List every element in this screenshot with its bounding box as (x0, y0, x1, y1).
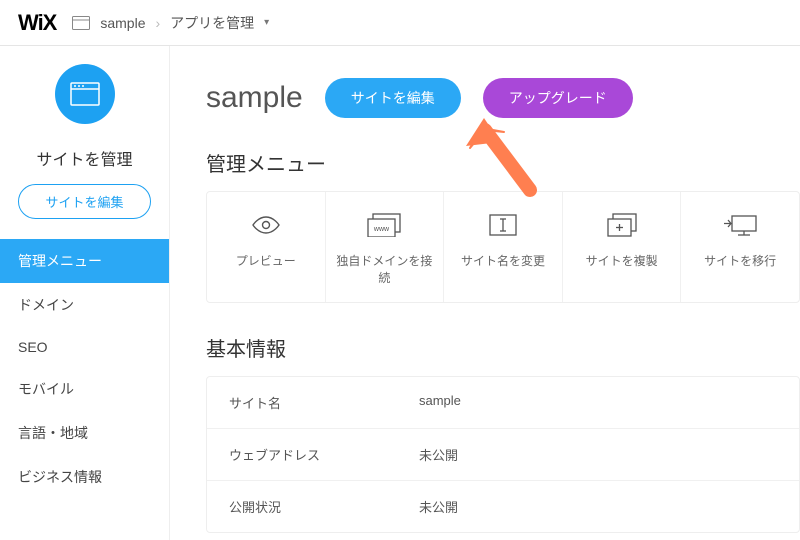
menu-section-title: 管理メニュー (206, 148, 800, 177)
sidebar-edit-button[interactable]: サイトを編集 (18, 184, 151, 219)
breadcrumb-section[interactable]: アプリを管理 (170, 13, 254, 33)
chevron-down-icon[interactable]: ▾ (264, 17, 269, 28)
action-cards: プレビュー www 独自ドメインを接続 サイト名を変更 サイトを複製 (206, 191, 800, 303)
migrate-icon (689, 210, 791, 240)
upgrade-button[interactable]: アップグレード (483, 78, 633, 118)
sidebar-item-business[interactable]: ビジネス情報 (0, 455, 169, 499)
topbar: WiX sample › アプリを管理 ▾ (0, 0, 800, 46)
card-label: 独自ドメインを接続 (334, 252, 436, 286)
sidebar-item-mobile[interactable]: モバイル (0, 367, 169, 411)
sidebar-item-domain[interactable]: ドメイン (0, 283, 169, 327)
breadcrumb[interactable]: sample › アプリを管理 ▾ (72, 13, 269, 33)
card-label: サイトを複製 (571, 252, 673, 269)
info-value: 未公開 (419, 445, 458, 464)
basic-info-section: 基本情報 サイト名 sample ウェブアドレス 未公開 公開状況 未公開 (206, 333, 800, 533)
sidebar: サイトを管理 サイトを編集 管理メニュー ドメイン SEO モバイル 言語・地域… (0, 46, 170, 540)
card-label: プレビュー (215, 252, 317, 269)
info-value: sample (419, 393, 461, 412)
brand-logo[interactable]: WiX (18, 10, 56, 36)
card-migrate[interactable]: サイトを移行 (681, 192, 799, 302)
info-key: ウェブアドレス (229, 445, 419, 464)
eye-icon (215, 210, 317, 240)
info-key: サイト名 (229, 393, 419, 412)
info-section-title: 基本情報 (206, 333, 800, 362)
main: sample サイトを編集 アップグレード 管理メニュー プレビュー www 独… (170, 46, 800, 540)
site-badge (55, 64, 115, 124)
page-title: sample (206, 81, 303, 115)
duplicate-icon (571, 210, 673, 240)
svg-text:www: www (373, 226, 390, 233)
card-domain[interactable]: www 独自ドメインを接続 (326, 192, 445, 302)
info-value: 未公開 (419, 497, 458, 516)
sidebar-item-menu[interactable]: 管理メニュー (0, 239, 169, 283)
breadcrumb-sep: › (156, 15, 161, 31)
www-icon: www (334, 210, 436, 240)
info-row: 公開状況 未公開 (207, 481, 799, 532)
edit-site-button[interactable]: サイトを編集 (325, 78, 461, 118)
card-preview[interactable]: プレビュー (207, 192, 326, 302)
card-duplicate[interactable]: サイトを複製 (563, 192, 682, 302)
breadcrumb-site[interactable]: sample (100, 15, 145, 31)
info-key: 公開状況 (229, 497, 419, 516)
info-table: サイト名 sample ウェブアドレス 未公開 公開状況 未公開 (206, 376, 800, 533)
page-head: sample サイトを編集 アップグレード (206, 78, 800, 118)
sidebar-title: サイトを管理 (0, 146, 169, 170)
text-cursor-icon (452, 210, 554, 240)
card-label: サイトを移行 (689, 252, 791, 269)
site-icon (72, 16, 90, 30)
card-label: サイト名を変更 (452, 252, 554, 269)
window-icon (70, 82, 100, 106)
info-row: サイト名 sample (207, 377, 799, 429)
sidebar-item-lang[interactable]: 言語・地域 (0, 411, 169, 455)
sidebar-item-seo[interactable]: SEO (0, 327, 169, 367)
card-rename[interactable]: サイト名を変更 (444, 192, 563, 302)
info-row: ウェブアドレス 未公開 (207, 429, 799, 481)
